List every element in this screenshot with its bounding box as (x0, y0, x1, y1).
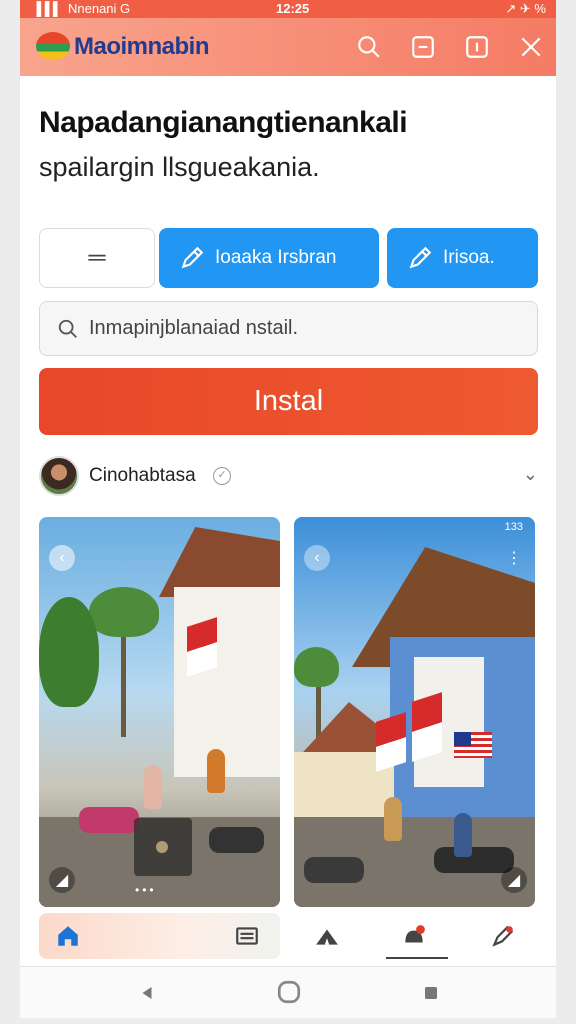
motorbike (434, 847, 514, 873)
screenshot-card-1[interactable]: ‹ ◢ ••• (39, 517, 280, 907)
app-header: Maoimnabin (20, 18, 556, 76)
bottom-nav-left (39, 913, 280, 959)
edit-button-label: Ioaaka Irsbran (215, 247, 337, 268)
search-icon[interactable] (356, 34, 382, 60)
mini-status-bar: 133 (310, 521, 523, 533)
pencil-icon (181, 246, 204, 269)
house (174, 587, 280, 777)
back-icon[interactable]: ‹ (49, 545, 75, 571)
clock: 12:25 (276, 1, 310, 16)
share-button-label: Irisoa. (443, 247, 495, 268)
flag (412, 692, 442, 762)
person (454, 813, 472, 857)
recents-icon[interactable] (422, 984, 440, 1007)
author-row[interactable]: Cinohabtasa ✓ ⌄ (39, 456, 538, 498)
minus-square-icon[interactable] (410, 34, 436, 60)
mini-time: 133 (504, 521, 523, 533)
pagination-dots: ••• (135, 883, 157, 897)
info-square-icon[interactable] (464, 34, 490, 60)
tree (39, 597, 99, 707)
page-subtitle: spailargin llsgueakania. (39, 152, 320, 182)
back-icon[interactable]: ‹ (304, 545, 330, 571)
home-icon[interactable] (55, 923, 81, 949)
search-input[interactable] (89, 317, 509, 340)
notification-icon[interactable] (401, 923, 427, 949)
signal-icon: ▐▐▐ (32, 1, 58, 16)
person (207, 749, 225, 793)
install-button-label: Instal (253, 385, 324, 417)
flag (376, 712, 406, 772)
expand-icon[interactable]: ◢ (501, 867, 527, 893)
system-nav-bar (20, 966, 556, 1018)
avatar[interactable] (39, 456, 79, 496)
app-logo-icon (36, 32, 70, 60)
home-circle-icon[interactable] (276, 979, 302, 1010)
app-detail-page: Napadangianangtienankali spailargin llsg… (20, 76, 556, 966)
tent-icon[interactable] (314, 923, 340, 949)
verified-icon: ✓ (213, 467, 231, 485)
motorbike (209, 827, 264, 853)
share-button[interactable]: Irisoa. (387, 228, 538, 288)
screenshot-card-2[interactable]: 133 ‹ ⋮ ◢ (294, 517, 535, 907)
video-thumbnail[interactable] (134, 818, 192, 876)
carrier-label: Nnenani G (68, 1, 131, 16)
bottom-nav-right (294, 913, 538, 959)
pen-icon[interactable] (490, 923, 516, 949)
palm-tree (294, 647, 339, 687)
menu-icon: ═ (88, 244, 106, 271)
person (384, 797, 402, 841)
install-button[interactable]: Instal (39, 368, 538, 435)
list-icon[interactable] (234, 923, 260, 949)
app-name: Maoimnabin (74, 33, 210, 60)
more-icon[interactable]: ⋮ (501, 545, 527, 571)
back-icon[interactable] (138, 984, 156, 1007)
search-icon (58, 319, 77, 338)
close-icon[interactable] (518, 34, 544, 60)
page-title: Napadangianangtienankali (39, 106, 408, 139)
palm-tree (89, 587, 159, 637)
edit-button[interactable]: Ioaaka Irsbran (159, 228, 379, 288)
author-name[interactable]: Cinohabtasa (89, 465, 196, 487)
active-tab-indicator (386, 957, 448, 959)
chevron-down-icon[interactable]: ⌄ (523, 464, 538, 485)
flag (187, 617, 217, 677)
motorbike (79, 807, 139, 833)
expand-icon[interactable]: ◢ (49, 867, 75, 893)
status-bar: ▐▐▐ Nnenani G 12:25 ↗ ✈ % (20, 0, 556, 18)
status-icons: ↗ ✈ % (505, 1, 546, 16)
pencil-icon (409, 246, 432, 269)
motorbike (304, 857, 364, 883)
search-bar[interactable] (39, 301, 538, 356)
menu-button[interactable]: ═ (39, 228, 155, 288)
person (144, 765, 162, 809)
malaysia-flag (454, 732, 492, 758)
